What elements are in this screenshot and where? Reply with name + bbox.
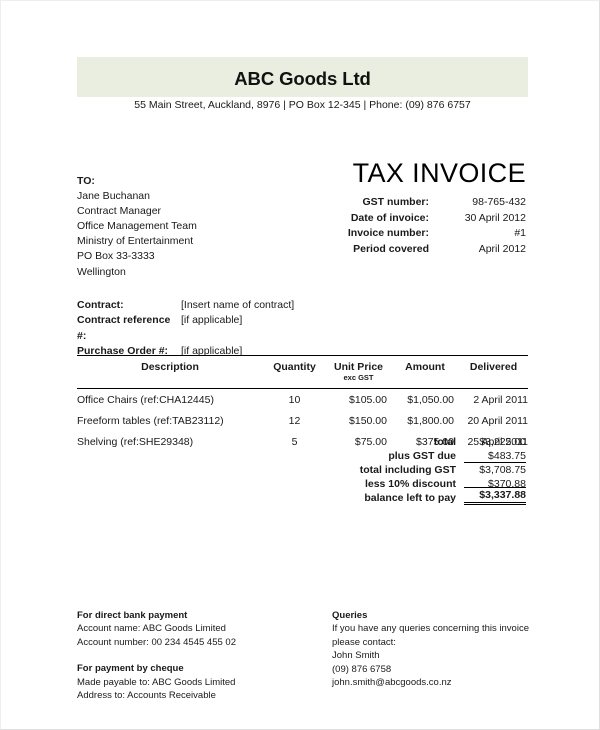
- contract-label: Contract:: [77, 299, 124, 311]
- contract-label: Contract reference #:: [77, 314, 171, 342]
- table-header: Description Quantity Unit Price exc GST …: [77, 355, 528, 389]
- company-name: ABC Goods Ltd: [234, 68, 371, 89]
- column-header-amount: Amount: [405, 361, 445, 373]
- column-header-unit-price: Unit Price exc GST: [326, 356, 391, 389]
- cell-amount: $1,050.00: [407, 393, 454, 406]
- table-row: Freeform tables (ref:TAB23112) 12 $150.0…: [77, 410, 528, 431]
- queries-contact-phone: (09) 876 6758: [332, 663, 392, 675]
- cell-quantity: 10: [288, 393, 301, 406]
- contract-value: [if applicable]: [181, 314, 243, 327]
- queries-contact-name: John Smith: [332, 650, 380, 662]
- cell-amount: $1,800.00: [407, 414, 454, 427]
- totals-label: plus GST due: [388, 450, 456, 462]
- meta-row: Invoice number: #1: [329, 226, 526, 242]
- company-address: 55 Main Street, Auckland, 8976 | PO Box …: [134, 99, 471, 111]
- page-title: TAX INVOICE: [352, 158, 526, 188]
- queries-line: please contact:: [332, 636, 396, 648]
- totals-label: total including GST: [359, 464, 456, 476]
- recipient-label: TO:: [77, 175, 95, 187]
- bank-payment-heading: For direct bank payment: [77, 610, 188, 621]
- queries-line: If you have any queries concerning this …: [332, 623, 529, 635]
- meta-label: GST number:: [362, 196, 429, 208]
- bank-account-number: Account number: 00 234 4545 455 02: [77, 636, 236, 648]
- recipient-block: TO: Jane Buchanan Contract Manager Offic…: [77, 174, 197, 280]
- contract-row: Contract reference #: [if applicable]: [77, 313, 294, 344]
- totals-label: balance left to pay: [364, 492, 456, 504]
- bank-account-name: Account name: ABC Goods Limited: [77, 623, 226, 635]
- totals-value: $3,708.75: [464, 462, 526, 477]
- meta-row: GST number: 98-765-432: [329, 195, 526, 211]
- recipient-line: Office Management Team: [77, 220, 197, 233]
- meta-label: Period covered: [353, 242, 429, 255]
- contract-value: [Insert name of contract]: [181, 299, 295, 311]
- footer-spacer: [77, 649, 322, 662]
- queries-contact-email: john.smith@abcgoods.co.nz: [332, 677, 452, 689]
- totals-row-total-incl-gst: total including GST $3,708.75: [338, 462, 526, 477]
- recipient-line: PO Box 33-3333: [77, 250, 155, 263]
- cell-delivered: 2 April 2011: [473, 393, 528, 406]
- payment-details-block: For direct bank payment Account name: AB…: [77, 609, 322, 702]
- recipient-line: Jane Buchanan: [77, 190, 150, 203]
- meta-row: Period covered April 2012: [329, 242, 526, 258]
- cell-description: Freeform tables (ref:TAB23112): [77, 414, 224, 427]
- column-header-delivered: Delivered: [469, 361, 518, 373]
- totals-label: less 10% discount: [364, 478, 456, 490]
- recipient-line: Wellington: [77, 265, 126, 278]
- cell-quantity: 5: [291, 435, 298, 448]
- cell-unit-price: $105.00: [349, 393, 387, 406]
- cell-unit-price: $150.00: [349, 414, 387, 427]
- recipient-line: Contract Manager: [77, 205, 162, 218]
- column-header-quantity: Quantity: [273, 361, 316, 373]
- totals-row-gst: plus GST due $483.75: [338, 449, 526, 463]
- cheque-payment-heading: For payment by cheque: [77, 663, 184, 675]
- cell-description: Shelving (ref:SHE29348): [77, 435, 194, 448]
- column-header-unit-price-main: Unit Price: [333, 361, 383, 373]
- column-header-unit-price-sub: exc GST: [343, 373, 374, 382]
- totals-value: $483.75: [488, 450, 526, 462]
- queries-block: Queries If you have any queries concerni…: [332, 609, 542, 689]
- meta-label: Invoice number:: [347, 227, 429, 240]
- cell-delivered: 20 April 2011: [467, 414, 528, 427]
- meta-value: #1: [514, 227, 526, 240]
- meta-row: Date of invoice: 30 April 2012: [329, 211, 526, 227]
- meta-label: Date of invoice:: [350, 211, 429, 224]
- meta-value: 30 April 2012: [464, 211, 526, 224]
- invoice-page: ABC Goods Ltd 55 Main Street, Auckland, …: [0, 0, 600, 730]
- cheque-payable-to: Made payable to: ABC Goods Limited: [77, 676, 236, 688]
- column-header-description: Description: [141, 361, 199, 373]
- meta-value: 98-765-432: [472, 196, 526, 208]
- invoice-meta-block: GST number: 98-765-432 Date of invoice: …: [329, 195, 526, 257]
- totals-value-balance: $3,337.88: [464, 487, 526, 505]
- contract-block: Contract: [Insert name of contract] Cont…: [77, 298, 294, 360]
- contract-row: Contract: [Insert name of contract]: [77, 298, 294, 313]
- cell-quantity: 12: [288, 414, 301, 427]
- company-header-band: ABC Goods Ltd: [77, 57, 528, 97]
- totals-row-balance: balance left to pay $3,337.88: [338, 487, 526, 505]
- cheque-address-to: Address to: Accounts Receivable: [77, 690, 216, 702]
- meta-value: April 2012: [478, 242, 526, 255]
- totals-value: $3,225.00: [479, 436, 526, 448]
- table-header-row: Description Quantity Unit Price exc GST …: [77, 355, 528, 389]
- totals-block: total $3,225.00 plus GST due $483.75 tot…: [338, 435, 526, 505]
- table-row: Office Chairs (ref:CHA12445) 10 $105.00 …: [77, 389, 528, 411]
- cell-description: Office Chairs (ref:CHA12445): [77, 393, 214, 406]
- totals-row-total: total $3,225.00: [338, 435, 526, 449]
- recipient-line: Ministry of Entertainment: [77, 235, 194, 248]
- totals-label: total: [433, 436, 456, 448]
- queries-heading: Queries: [332, 610, 368, 621]
